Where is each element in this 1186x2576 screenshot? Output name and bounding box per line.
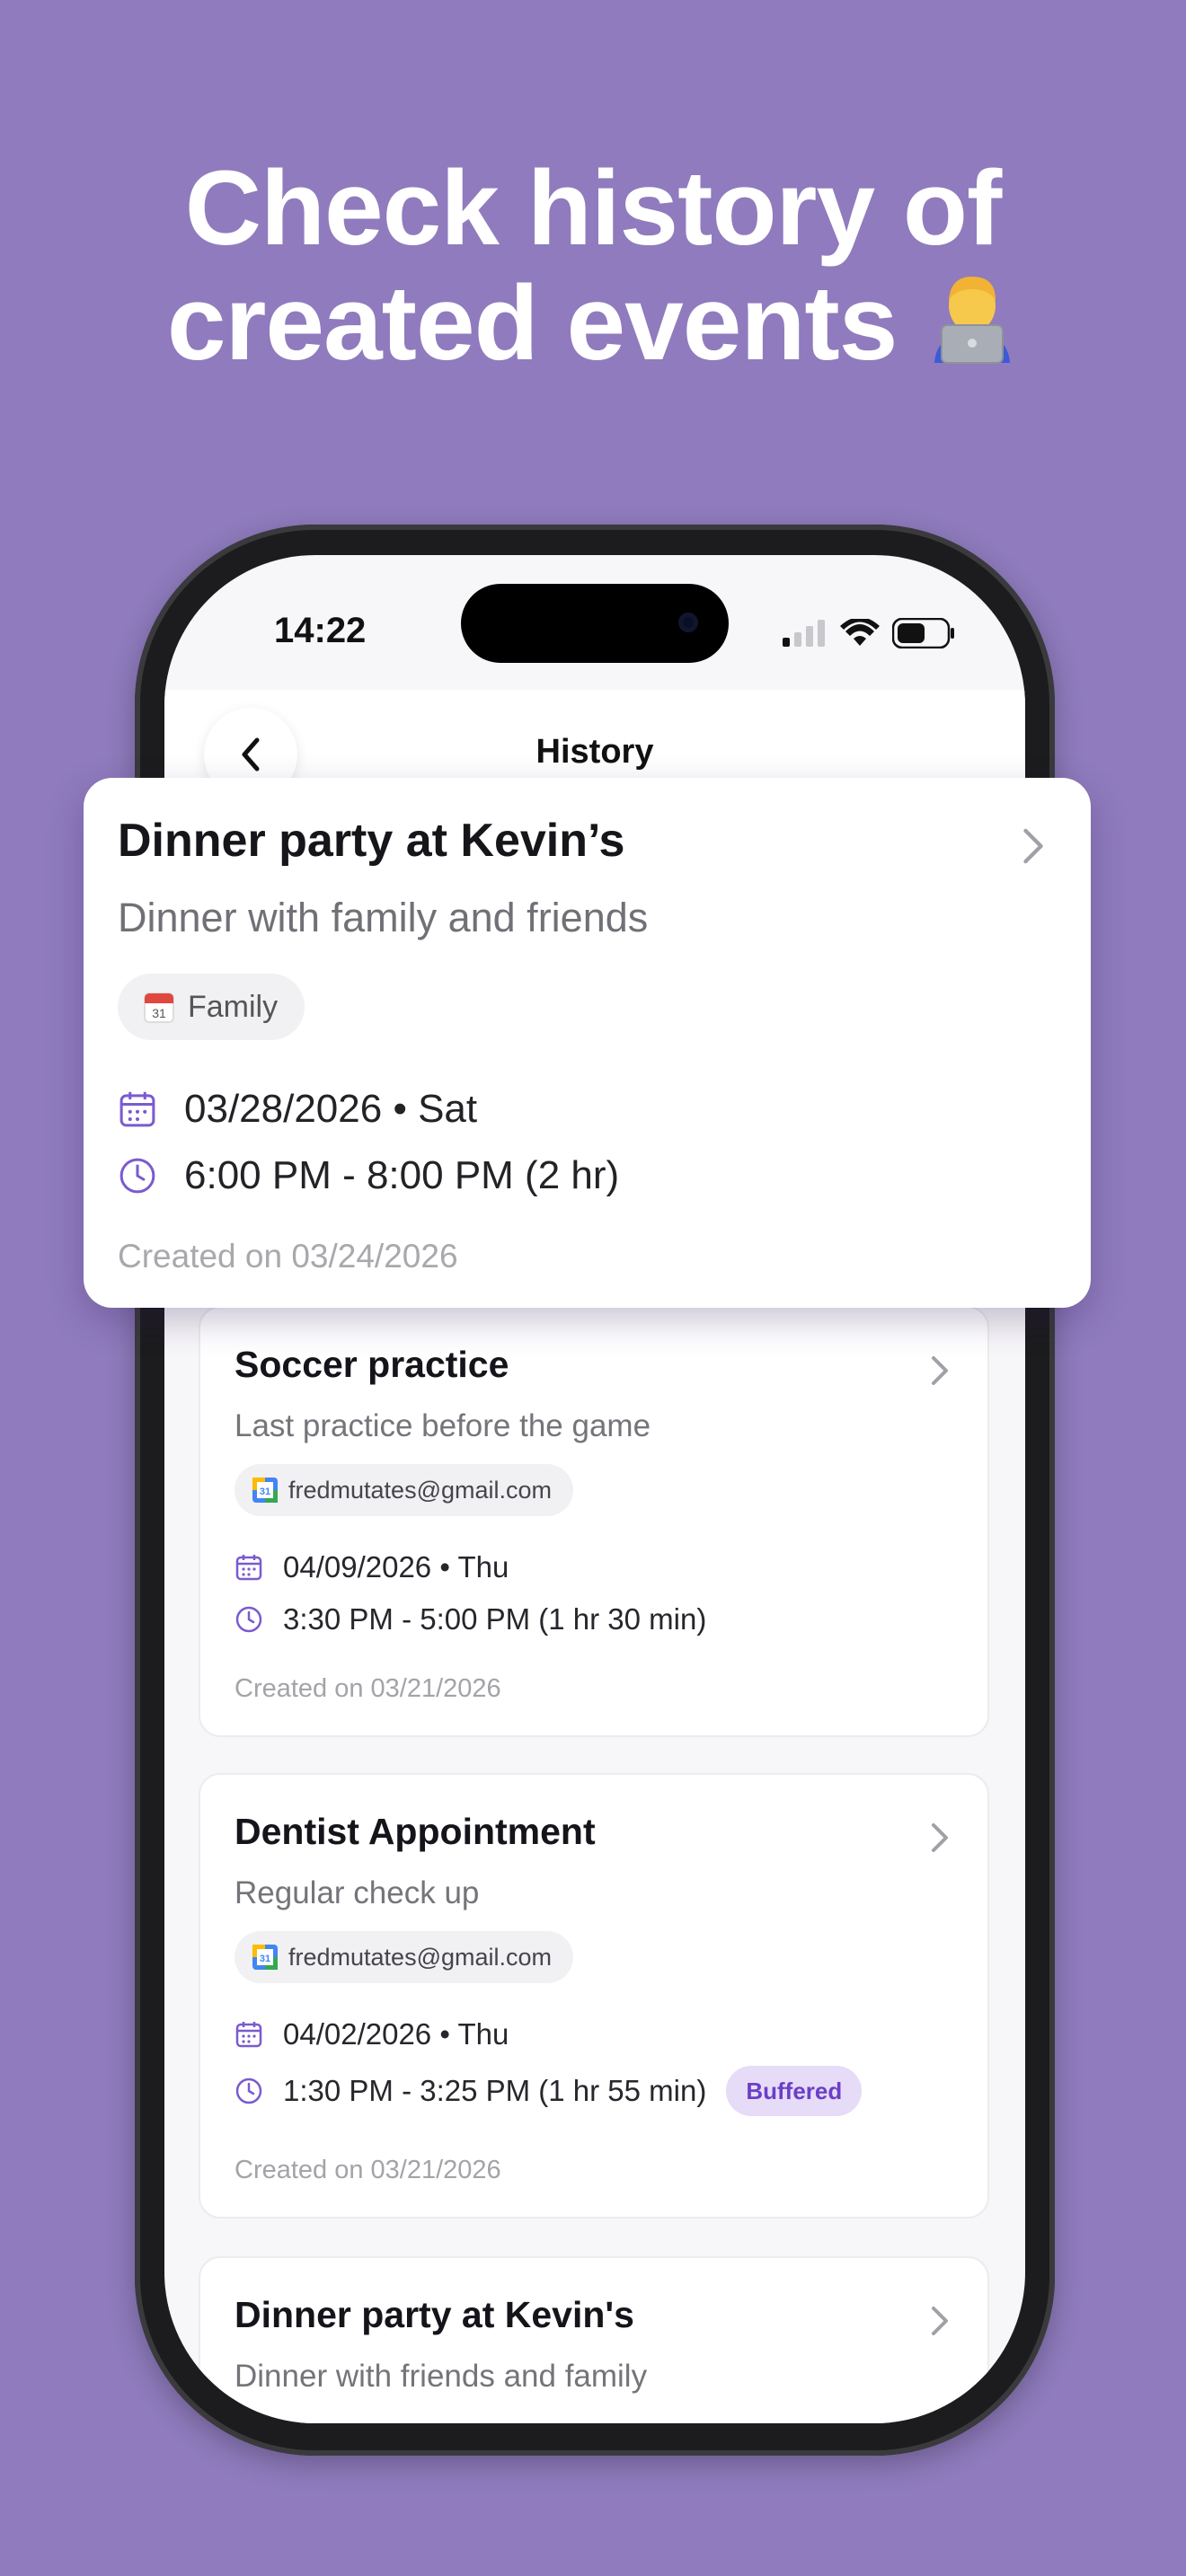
svg-text:31: 31 bbox=[260, 1486, 270, 1497]
calendar-account: fredmutates@gmail.com bbox=[288, 1943, 553, 1971]
event-time-row: 3:30 PM - 5:00 PM (1 hr 30 min) bbox=[235, 1602, 706, 1636]
event-time: 3:30 PM - 5:00 PM (1 hr 30 min) bbox=[283, 1602, 707, 1636]
event-time: 1:30 PM - 3:25 PM (1 hr 55 min) bbox=[283, 2074, 707, 2107]
event-description: Regular check up bbox=[235, 1875, 480, 1910]
page-title: History bbox=[535, 733, 654, 771]
buffered-badge: Buffered bbox=[726, 2066, 863, 2116]
event-created-date: Created on 03/21/2026 bbox=[235, 2156, 501, 2184]
calendar-emoji-icon: 31 bbox=[144, 992, 174, 1023]
event-description: Dinner with friends and family bbox=[235, 2359, 648, 2394]
featured-calendar-name: Family bbox=[188, 989, 279, 1024]
calendar-icon bbox=[119, 1091, 155, 1127]
battery-icon bbox=[892, 618, 954, 648]
calendar-chip: 31 fredmutates@gmail.com bbox=[235, 1931, 574, 1983]
featured-date-row: 03/28/2026 • Sat bbox=[118, 1087, 477, 1132]
featured-calendar-chip: 31 Family bbox=[118, 974, 305, 1040]
event-time-row: 1:30 PM - 3:25 PM (1 hr 55 min) Buffered bbox=[235, 2066, 863, 2116]
dynamic-island bbox=[461, 584, 729, 663]
clock-icon bbox=[119, 1158, 155, 1194]
svg-text:31: 31 bbox=[152, 1006, 166, 1020]
headline-line-2-text: created events bbox=[166, 264, 898, 383]
headline-line-2: created events bbox=[0, 266, 1186, 381]
wifi-icon bbox=[840, 619, 880, 646]
calendar-chip: 31 fredmutates@gmail.com bbox=[235, 1464, 574, 1516]
featured-time-row: 6:00 PM - 8:00 PM (2 hr) bbox=[118, 1153, 619, 1198]
event-date: 04/09/2026 • Thu bbox=[283, 1550, 509, 1584]
calendar-account: fredmutates@gmail.com bbox=[288, 1476, 553, 1504]
event-title: Dentist Appointment bbox=[235, 1811, 596, 1852]
calendar-icon bbox=[235, 2022, 262, 2048]
chevron-right-icon bbox=[932, 2307, 948, 2335]
event-card-dinner-party[interactable]: Dinner party at Kevin's Dinner with frie… bbox=[199, 2256, 989, 2423]
chevron-right-icon bbox=[932, 1356, 948, 1385]
event-card-dentist[interactable]: Dentist Appointment Regular check up 31 … bbox=[199, 1773, 989, 2219]
event-description: Last practice before the game bbox=[235, 1408, 651, 1443]
featured-created-date: Created on 03/24/2026 bbox=[118, 1238, 458, 1275]
svg-text:31: 31 bbox=[260, 1954, 270, 1964]
event-date: 04/02/2026 • Thu bbox=[283, 2017, 509, 2051]
chevron-right-icon bbox=[1023, 828, 1043, 864]
clock-icon bbox=[235, 1606, 262, 1633]
event-title: Soccer practice bbox=[235, 1344, 509, 1385]
google-calendar-icon: 31 bbox=[252, 1945, 278, 1970]
technologist-emoji-icon bbox=[925, 269, 1019, 366]
featured-event-time: 6:00 PM - 8:00 PM (2 hr) bbox=[184, 1153, 620, 1197]
event-title: Dinner party at Kevin's bbox=[235, 2294, 634, 2335]
status-icons bbox=[783, 618, 955, 648]
clock-icon bbox=[235, 2078, 262, 2104]
google-calendar-icon: 31 bbox=[252, 1478, 278, 1503]
event-card-soccer[interactable]: Soccer practice Last practice before the… bbox=[199, 1306, 989, 1737]
event-created-date: Created on 03/21/2026 bbox=[235, 1674, 501, 1703]
calendar-icon bbox=[235, 1555, 262, 1581]
status-time: 14:22 bbox=[274, 611, 367, 650]
featured-event-date: 03/28/2026 • Sat bbox=[184, 1087, 478, 1131]
event-date-row: 04/02/2026 • Thu bbox=[235, 2017, 509, 2051]
featured-event-card[interactable]: Dinner party at Kevin’s Dinner with fami… bbox=[84, 778, 1091, 1308]
chevron-right-icon bbox=[932, 1823, 948, 1852]
headline: Check history of created events bbox=[0, 151, 1186, 381]
event-date-row: 04/09/2026 • Thu bbox=[235, 1550, 509, 1584]
cellular-signal-icon bbox=[783, 620, 825, 647]
featured-event-title: Dinner party at Kevin’s bbox=[118, 815, 625, 867]
headline-line-1: Check history of bbox=[184, 149, 1003, 268]
featured-event-description: Dinner with family and friends bbox=[118, 895, 649, 940]
nav-bar: History bbox=[164, 690, 1025, 801]
